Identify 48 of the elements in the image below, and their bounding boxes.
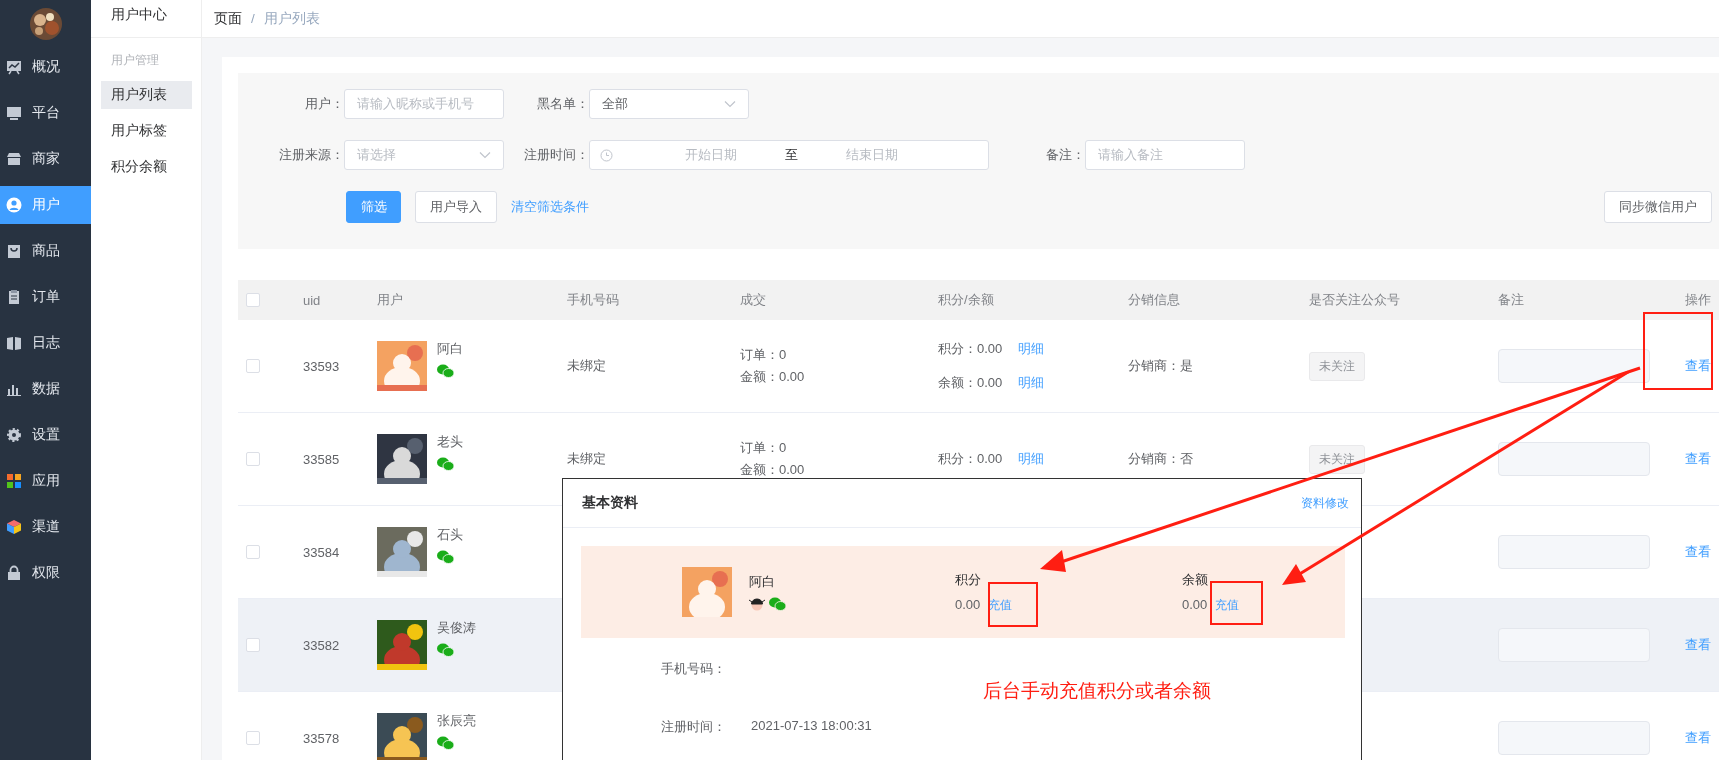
table-cell: 积分：0.00 (938, 340, 1003, 358)
column-header: 用户 (377, 291, 403, 309)
field-label: 注册来源： (278, 146, 344, 164)
column-header: 分销信息 (1128, 291, 1180, 309)
table-cell: 订单：0 (740, 439, 787, 457)
submenu-title: 用户中心 (91, 0, 201, 38)
field-label: 手机号码： (661, 660, 727, 678)
table-cell: 33585 (303, 451, 340, 467)
status-tag: 未关注 (1309, 351, 1365, 381)
table-cell: 分销商：是 (1128, 357, 1193, 375)
field-label: 用户： (304, 95, 344, 113)
table-cell: 33582 (303, 637, 340, 653)
table-cell: 未绑定 (567, 450, 606, 468)
field-label: 备注： (1045, 146, 1085, 164)
stat-value: 0.00 (955, 596, 981, 612)
table-cell: 分销商：否 (1128, 450, 1193, 468)
submenu-group-label: 用户管理 (110, 52, 160, 69)
table-cell: 33593 (303, 358, 340, 374)
column-header: 积分/余额 (938, 291, 994, 309)
user-name: 阿白 (749, 573, 776, 591)
annotation-text: 后台手动充值积分或者余额 (983, 679, 1211, 703)
table-cell: 订单：0 (740, 346, 787, 364)
column-header: uid (303, 292, 321, 308)
field-label: 注册时间： (661, 718, 727, 736)
field-label: 注册时间： (523, 146, 589, 164)
table-cell: 33584 (303, 544, 340, 560)
table-cell: 积分：0.00 (938, 450, 1003, 468)
column-header: 备注 (1498, 291, 1524, 309)
table-cell: 金额：0.00 (740, 461, 805, 479)
table-cell: 余额：0.00 (938, 374, 1003, 392)
stat-label: 积分 (955, 570, 982, 589)
table-cell: 金额：0.00 (740, 368, 805, 386)
column-header: 操作 (1685, 291, 1711, 309)
user-name: 老头 (437, 433, 463, 451)
column-header: 成交 (740, 291, 766, 309)
user-name: 吴俊涛 (437, 619, 476, 637)
table-cell: 未绑定 (567, 357, 606, 375)
field-label: 黑名单： (536, 95, 589, 113)
column-header: 手机号码 (567, 291, 619, 309)
stat-label: 余额 (1182, 570, 1209, 589)
column-header: 是否关注公众号 (1309, 291, 1400, 309)
user-name: 张辰亮 (437, 712, 476, 730)
stat-value: 0.00 (1182, 596, 1208, 612)
user-name: 阿白 (437, 340, 463, 358)
user-name: 石头 (437, 526, 463, 544)
table-cell: 33578 (303, 730, 340, 746)
field-value: 2021-07-13 18:00:31 (751, 718, 872, 733)
breadcrumb-separator: / (251, 11, 255, 26)
